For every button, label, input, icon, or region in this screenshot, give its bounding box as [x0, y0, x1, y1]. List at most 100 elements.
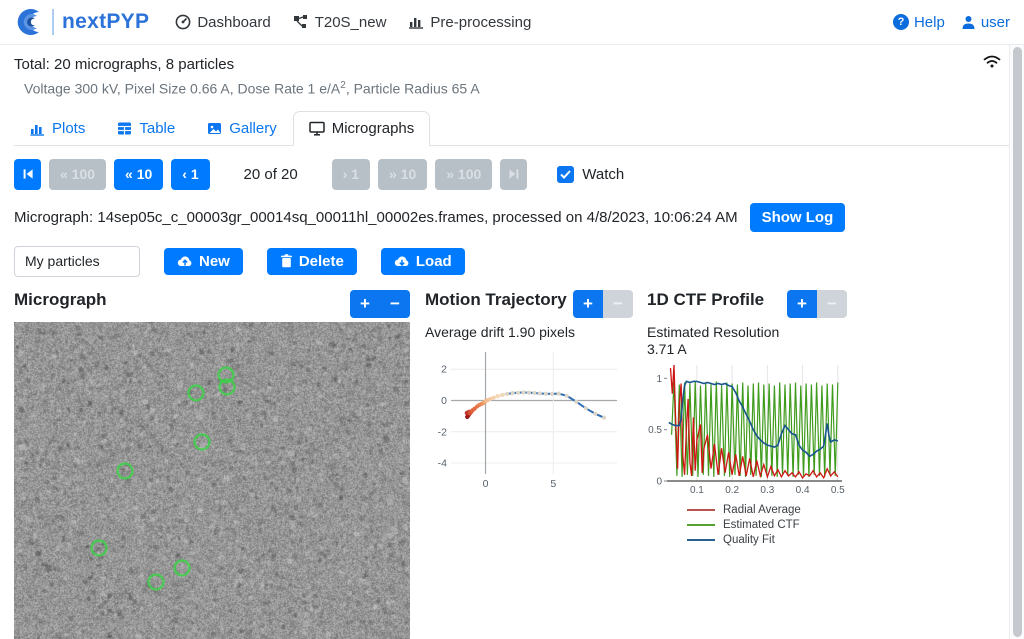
svg-text:5: 5: [550, 478, 556, 490]
svg-text:-4: -4: [438, 457, 447, 469]
skip-first-icon: [22, 168, 34, 180]
back-10-button[interactable]: « 10: [114, 159, 163, 190]
tab-label: Table: [139, 120, 175, 137]
svg-text:-2: -2: [438, 426, 447, 438]
tab-plots[interactable]: Plots: [14, 111, 101, 146]
svg-text:0.4: 0.4: [796, 485, 810, 496]
nav-item-project[interactable]: T20S_new: [293, 14, 387, 31]
user-label: user: [981, 14, 1010, 31]
micrograph-info: Micrograph: 14sep05c_c_00003gr_00014sq_0…: [14, 209, 738, 226]
svg-text:0.1: 0.1: [690, 485, 704, 496]
page-position: 20 of 20: [240, 166, 302, 183]
user-menu[interactable]: user: [961, 14, 1010, 31]
last-page-button[interactable]: [500, 159, 527, 190]
tab-label: Gallery: [229, 120, 277, 137]
total-summary: Total: 20 micrographs, 8 particles: [14, 56, 1010, 73]
micrograph-panel-title: Micrograph: [14, 290, 107, 310]
nav-item-label: T20S_new: [315, 14, 387, 31]
load-particles-button[interactable]: Load: [381, 248, 465, 275]
page-scrollbar: [1009, 45, 1024, 639]
cloud-upload-icon: [177, 255, 193, 268]
table-icon: [117, 121, 132, 136]
first-page-button[interactable]: [14, 159, 41, 190]
ctf-profile-chart: 0.10.20.30.40.500.51: [647, 361, 847, 498]
legend-swatch: [687, 509, 715, 511]
tab-micrographs[interactable]: Micrographs: [293, 111, 431, 146]
tab-table[interactable]: Table: [101, 111, 191, 146]
estimated-resolution-value: 3.71 A: [647, 341, 847, 357]
svg-text:0: 0: [483, 478, 489, 490]
svg-text:0: 0: [441, 395, 447, 407]
svg-text:0: 0: [656, 476, 662, 487]
streaming-status-icon: [982, 53, 1002, 69]
svg-text:0.5: 0.5: [831, 485, 845, 496]
delete-particles-button[interactable]: Delete: [267, 248, 357, 275]
micrographs-icon: [309, 121, 325, 136]
nav-item-preprocessing[interactable]: Pre-processing: [408, 14, 531, 31]
svg-text:0.3: 0.3: [760, 485, 774, 496]
forward-100-button[interactable]: » 100: [435, 159, 492, 190]
legend-item: Estimated CTF: [687, 519, 847, 531]
brand-link[interactable]: nextPYP: [14, 7, 149, 37]
motion-zoom-in-button[interactable]: +: [573, 290, 603, 318]
average-drift-value: Average drift 1.90 pixels: [425, 324, 633, 340]
motion-zoom-out-button[interactable]: −: [603, 290, 633, 318]
bar-chart-icon: [408, 14, 424, 30]
nav-item-label: Pre-processing: [430, 14, 531, 31]
check-icon: [560, 170, 571, 179]
ctf-panel-title: 1D CTF Profile: [647, 290, 764, 310]
navbar: nextPYP Dashboard T20S_new: [0, 0, 1024, 45]
legend-item: Quality Fit: [687, 534, 847, 546]
new-particles-button[interactable]: New: [164, 248, 243, 275]
legend-swatch: [687, 524, 715, 526]
legend-swatch: [687, 539, 715, 541]
forward-10-button[interactable]: » 10: [378, 159, 427, 190]
ctf-legend: Radial Average Estimated CTF Quality Fit: [647, 504, 847, 546]
legend-label: Estimated CTF: [723, 519, 800, 531]
back-1-button[interactable]: ‹ 1: [171, 159, 209, 190]
gallery-icon: [207, 121, 222, 136]
watch-toggle[interactable]: Watch: [557, 166, 624, 183]
project-diagram-icon: [293, 14, 309, 30]
nav-item-label: Dashboard: [197, 14, 270, 31]
back-100-button[interactable]: « 100: [49, 159, 106, 190]
nextpyp-logo-icon: [14, 7, 44, 37]
tab-label: Micrographs: [332, 120, 415, 137]
micrograph-image[interactable]: [14, 322, 410, 639]
ctf-zoom-out-button[interactable]: −: [817, 290, 847, 318]
delete-label: Delete: [299, 253, 344, 270]
watch-label: Watch: [582, 166, 624, 183]
help-icon: [893, 14, 909, 30]
legend-item: Radial Average: [687, 504, 847, 516]
motion-trajectory-panel: Motion Trajectory + − Average drift 1.90…: [425, 290, 633, 494]
forward-1-button[interactable]: › 1: [332, 159, 370, 190]
ctf-zoom-in-button[interactable]: +: [787, 290, 817, 318]
load-label: Load: [416, 253, 452, 270]
watch-checkbox[interactable]: [557, 166, 574, 183]
micrograph-panel: Micrograph + −: [14, 290, 410, 639]
legend-label: Radial Average: [723, 504, 801, 516]
brand-divider: [52, 9, 54, 35]
scrollbar-thumb[interactable]: [1013, 47, 1022, 637]
help-label: Help: [914, 14, 945, 31]
particles-list-input[interactable]: [14, 246, 140, 277]
pager: « 100 « 10 ‹ 1 20 of 20 › 1 » 10 » 100 W…: [14, 159, 1010, 190]
legend-label: Quality Fit: [723, 534, 775, 546]
show-log-button[interactable]: Show Log: [750, 203, 846, 232]
acquisition-params: Voltage 300 kV, Pixel Size 0.66 A, Dose …: [24, 80, 1010, 97]
estimated-resolution-label: Estimated Resolution: [647, 324, 847, 340]
cloud-download-icon: [394, 255, 410, 268]
nav-item-dashboard[interactable]: Dashboard: [175, 14, 270, 31]
trash-icon: [280, 254, 293, 268]
svg-text:2: 2: [441, 363, 447, 375]
motion-trajectory-chart: 2 0 -2 -4 0 5: [425, 344, 625, 494]
tab-label: Plots: [52, 120, 85, 137]
micrograph-zoom-in-button[interactable]: +: [350, 290, 380, 318]
view-tabs: Plots Table Gallery: [14, 111, 1010, 146]
tab-gallery[interactable]: Gallery: [191, 111, 293, 146]
plots-icon: [30, 121, 45, 136]
micrograph-zoom-out-button[interactable]: −: [380, 290, 410, 318]
dashboard-icon: [175, 14, 191, 30]
svg-text:0.2: 0.2: [725, 485, 739, 496]
help-link[interactable]: Help: [893, 14, 945, 31]
